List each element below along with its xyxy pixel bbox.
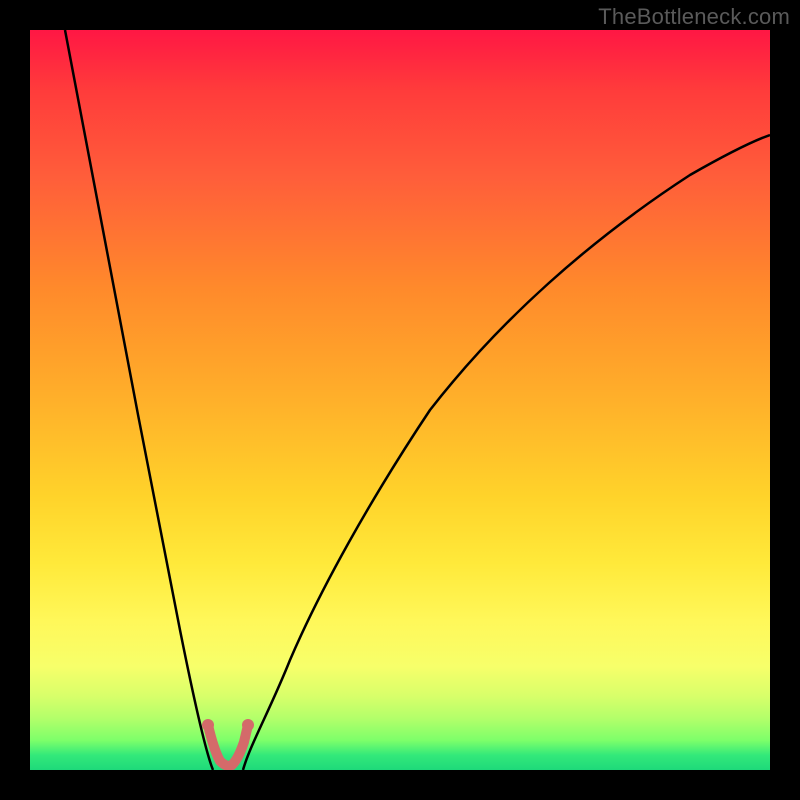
marker-dot: [242, 719, 254, 731]
curve-bottom-markers: [208, 725, 248, 766]
curve-left-path: [65, 30, 213, 770]
watermark-text: TheBottleneck.com: [598, 4, 790, 30]
chart-plot-area: [30, 30, 770, 770]
curve-right-path: [243, 135, 770, 770]
marker-dot: [202, 719, 214, 731]
chart-svg: [30, 30, 770, 770]
